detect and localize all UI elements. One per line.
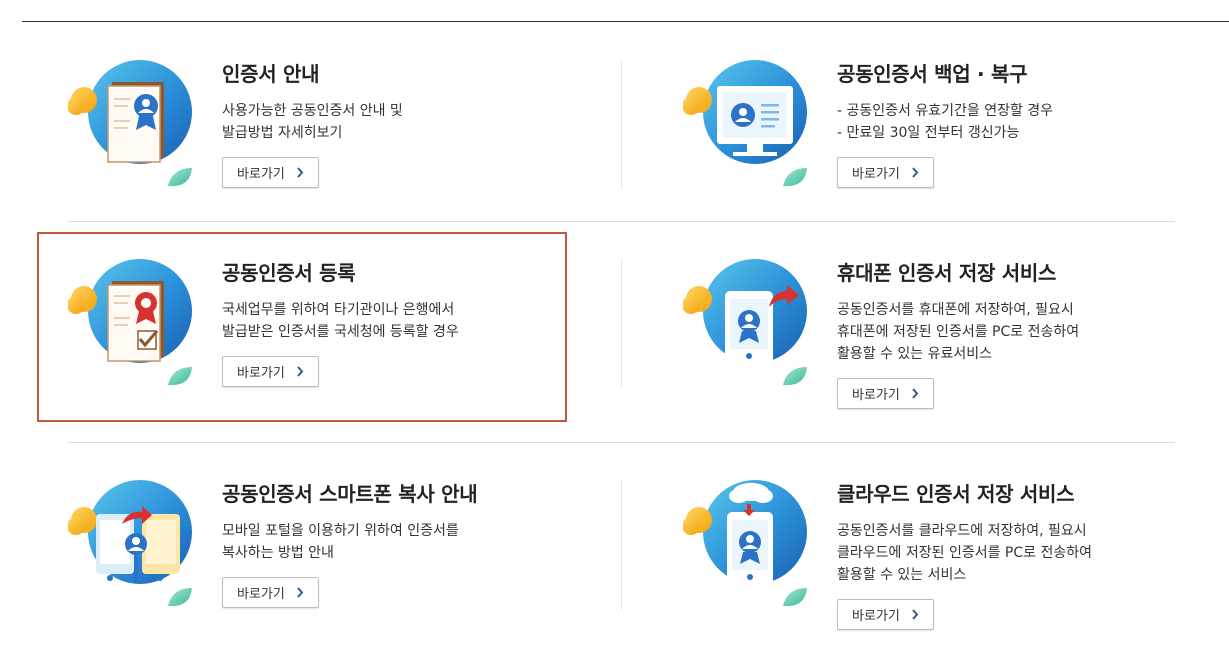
go-button-label: 바로가기 [852, 609, 900, 624]
card-description: 모바일 포털을 이용하기 위하여 인증서를 복사하는 방법 안내 [222, 520, 459, 564]
chevron-right-icon [912, 609, 919, 620]
description-line: 발급받은 인증서를 국세청에 등록할 경우 [222, 324, 459, 340]
go-button[interactable]: 바로가기 [837, 378, 934, 409]
card-title: 인증서 안내 [222, 62, 320, 86]
card-cloud-certificate-storage: 클라우드 인증서 저장 서비스 공동인증서를 클라우드에 저장하여, 필요시 클… [683, 478, 1223, 651]
go-button[interactable]: 바로가기 [222, 356, 319, 387]
row-divider [68, 442, 1175, 443]
card-description: 사용가능한 공동인증서 안내 및 발급방법 자세히보기 [222, 100, 403, 144]
description-line: 공동인증서를 클라우드에 저장하여, 필요시 [837, 523, 1087, 539]
go-button-label: 바로가기 [237, 167, 285, 182]
card-certificate-info: 인증서 안내 사용가능한 공동인증서 안내 및 발급방법 자세히보기 바로가기 [68, 58, 608, 243]
chevron-right-icon [297, 587, 304, 598]
go-button[interactable]: 바로가기 [837, 157, 934, 188]
description-line: 활용할 수 있는 서비스 [837, 567, 967, 583]
description-line: 휴대폰에 저장된 인증서를 PC로 전송하여 [837, 324, 1080, 340]
cloud-phone-icon [683, 480, 807, 607]
description-line: 모바일 포털을 이용하기 위하여 인증서를 [222, 523, 459, 539]
go-button[interactable]: 바로가기 [222, 157, 319, 188]
go-button-label: 바로가기 [852, 388, 900, 403]
card-phone-certificate-storage: 휴대폰 인증서 저장 서비스 공동인증서를 휴대폰에 저장하여, 필요시 휴대폰… [683, 257, 1223, 442]
column-divider [621, 60, 622, 190]
card-certificate-register: 공동인증서 등록 국세업무를 위하여 타기관이나 은행에서 발급받은 인증서를 … [37, 232, 608, 442]
card-certificate-backup: 공동인증서 백업 · 복구 - 공동인증서 유효기간을 연장할 경우 - 만료일… [683, 58, 1223, 243]
description-line: 국세업무를 위하여 타기관이나 은행에서 [222, 302, 455, 318]
description-line: 사용가능한 공동인증서 안내 및 [222, 103, 403, 119]
chevron-right-icon [297, 167, 304, 178]
card-title: 공동인증서 스마트폰 복사 안내 [222, 482, 478, 506]
phone-transfer-icon [683, 259, 807, 386]
description-line: 활용할 수 있는 유료서비스 [837, 346, 993, 362]
go-button-label: 바로가기 [852, 167, 900, 182]
certificate-icon [68, 60, 192, 187]
description-line: - 만료일 30일 전부터 갱신가능 [837, 125, 1020, 141]
description-line: 발급방법 자세히보기 [222, 125, 343, 141]
go-button[interactable]: 바로가기 [837, 599, 934, 630]
description-line: 클라우드에 저장된 인증서를 PC로 전송하여 [837, 545, 1092, 561]
go-button[interactable]: 바로가기 [222, 577, 319, 608]
card-smartphone-copy-guide: 공동인증서 스마트폰 복사 안내 모바일 포털을 이용하기 위하여 인증서를 복… [68, 478, 608, 651]
chevron-right-icon [912, 388, 919, 399]
column-divider [621, 480, 622, 610]
column-divider [621, 258, 622, 388]
card-title: 휴대폰 인증서 저장 서비스 [837, 261, 1057, 285]
top-divider [22, 21, 1229, 22]
card-description: 공동인증서를 휴대폰에 저장하여, 필요시 휴대폰에 저장된 인증서를 PC로 … [837, 299, 1079, 365]
monitor-certificate-icon [683, 60, 807, 187]
chevron-right-icon [297, 366, 304, 377]
certificate-check-icon [68, 259, 192, 386]
card-title: 공동인증서 백업 · 복구 [837, 62, 1028, 86]
description-line: - 공동인증서 유효기간을 연장할 경우 [837, 103, 1054, 119]
card-description: - 공동인증서 유효기간을 연장할 경우 - 만료일 30일 전부터 갱신가능 [837, 100, 1053, 144]
description-line: 복사하는 방법 안내 [222, 545, 334, 561]
go-button-label: 바로가기 [237, 366, 285, 381]
card-description: 공동인증서를 클라우드에 저장하여, 필요시 클라우드에 저장된 인증서를 PC… [837, 520, 1092, 586]
card-title: 클라우드 인증서 저장 서비스 [837, 482, 1075, 506]
chevron-right-icon [912, 167, 919, 178]
description-line: 공동인증서를 휴대폰에 저장하여, 필요시 [837, 302, 1074, 318]
card-description: 국세업무를 위하여 타기관이나 은행에서 발급받은 인증서를 국세청에 등록할 … [222, 299, 459, 343]
go-button-label: 바로가기 [237, 587, 285, 602]
smartphone-copy-icon [68, 480, 192, 607]
card-title: 공동인증서 등록 [222, 261, 356, 285]
